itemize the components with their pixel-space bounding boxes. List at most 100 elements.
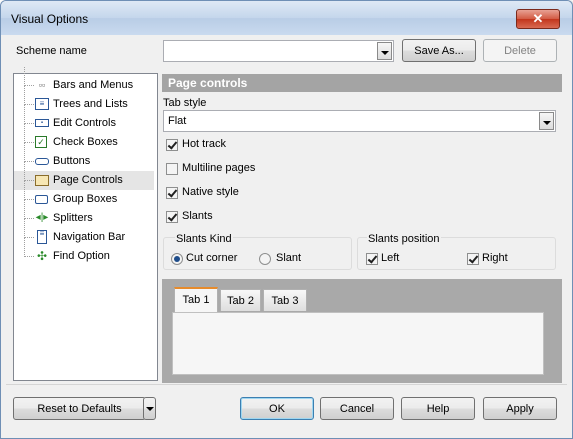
cancel-label: Cancel [339,403,375,415]
tree-item-find-option[interactable]: ✣ Find Option [14,238,154,266]
slants-label: Slants [182,210,213,222]
tree-line [24,105,34,124]
navigation-bar-icon: ≡ [37,230,47,244]
native-style-label: Native style [182,186,239,198]
tree-item-page-controls[interactable]: Page Controls [14,162,154,190]
tree-item-splitters[interactable]: ◂|▸ Splitters [14,200,154,228]
window-title: Visual Options [11,12,89,26]
slants-left-checkbox[interactable] [366,253,378,265]
tree-line [24,143,34,162]
slants-position-label: Slants position [367,233,441,245]
tree-item-label: Page Controls [53,174,123,186]
preview-tab-label: Tab 3 [271,295,299,307]
ok-label: OK [269,403,285,415]
tree-item-label: Edit Controls [53,117,116,129]
preview-tab-2[interactable]: Tab 2 [220,289,261,311]
tree-item-label: Find Option [53,250,110,262]
reset-label: Reset to Defaults [37,403,122,415]
preview-tab-label: Tab 2 [227,295,254,307]
tree-item-trees-and-lists[interactable]: ≡ Trees and Lists [14,86,154,114]
reset-to-defaults-button[interactable]: Reset to Defaults [13,397,146,420]
tree-item-bars-and-menus[interactable]: ▫▫ Bars and Menus [14,67,154,95]
delete-label: Delete [504,45,536,57]
tab-style-dropdown-button[interactable] [539,112,554,130]
tree-item-buttons[interactable]: Buttons [14,143,154,171]
close-button[interactable]: ✕ [516,9,560,29]
cut-corner-radio[interactable] [171,253,183,265]
help-button[interactable]: Help [401,397,475,420]
tree-line [24,86,34,105]
tree-item-label: Trees and Lists [53,98,128,110]
tree-line [24,219,34,238]
preview-tab-1[interactable]: Tab 1 [174,287,218,312]
multiline-pages-label: Multiline pages [182,162,256,174]
reset-dropdown-button[interactable] [143,397,156,420]
cancel-button[interactable]: Cancel [320,397,394,420]
save-as-label: Save As... [414,45,464,57]
slants-kind-label: Slants Kind [175,233,233,245]
help-label: Help [426,403,450,415]
footer-separator [6,384,567,385]
preview-tab-3[interactable]: Tab 3 [263,289,307,311]
tree-item-group-boxes[interactable]: Group Boxes [14,181,154,209]
group-boxes-icon [35,195,48,204]
dialog-client: Scheme name Save As... Delete ▫▫ Bars an… [6,35,567,433]
preview-tab-page [172,312,544,375]
tree-item-label: Splitters [53,212,93,224]
tab-preview-area: Tab 1 Tab 2 Tab 3 [162,279,562,383]
slant-label: Slant [276,252,302,264]
splitters-icon: ◂|▸ [35,212,49,223]
cut-corner-label: Cut corner [186,252,238,264]
tab-style-label: Tab style [163,97,207,109]
apply-button[interactable]: Apply [483,397,557,420]
tree-line [24,181,34,200]
slants-position-group: Slants position Left Right [357,233,556,270]
tree-line [24,124,34,143]
scheme-name-combo[interactable] [163,40,394,62]
chevron-down-icon [146,407,154,411]
delete-button[interactable]: Delete [483,39,557,62]
trees-lists-icon: ≡ [35,98,49,110]
slants-kind-group: Slants Kind Cut corner Slant [163,233,352,270]
scheme-dropdown-button[interactable] [377,42,392,60]
page-controls-header-title: Page controls [168,76,248,90]
multiline-pages-checkbox[interactable] [166,163,178,175]
tree-line [24,200,34,219]
slants-checkbox[interactable] [166,211,178,223]
tab-style-value: Flat [168,115,187,127]
tree-line [24,238,34,257]
page-controls-header: Page controls [162,74,562,92]
slant-radio[interactable] [259,253,271,265]
tree-line [24,162,34,181]
tree-item-label: Check Boxes [53,136,118,148]
slants-right-checkbox[interactable] [467,253,479,265]
find-option-icon: ✣ [36,249,48,263]
tree-item-check-boxes[interactable]: ✓ Check Boxes [14,124,154,152]
options-tree[interactable]: ▫▫ Bars and Menus ≡ Trees and Lists ▪ Ed… [13,67,158,381]
tab-style-combo[interactable]: Flat [163,110,556,132]
page-controls-icon [35,175,49,186]
tree-item-label: Group Boxes [53,193,118,205]
hot-track-label: Hot track [182,138,227,150]
tree-item-label: Navigation Bar [53,231,126,243]
save-as-button[interactable]: Save As... [402,39,476,62]
check-boxes-icon: ✓ [35,136,47,148]
tree-line [24,67,34,86]
bars-menus-icon: ▫▫ [38,80,46,90]
tree-item-navigation-bar[interactable]: ≡ Navigation Bar [14,219,154,247]
slants-left-label: Left [381,252,400,264]
buttons-icon [35,158,49,165]
preview-tab-label: Tab 1 [182,294,210,306]
visual-options-window: Visual Options ✕ Scheme name Save As... … [0,0,573,439]
slants-right-label: Right [482,252,508,264]
scheme-name-label: Scheme name [16,45,87,57]
edit-controls-icon: ▪ [35,119,49,127]
tree-item-edit-controls[interactable]: ▪ Edit Controls [14,105,154,133]
title-bar[interactable]: Visual Options ✕ [1,1,572,35]
ok-button[interactable]: OK [240,397,314,420]
apply-label: Apply [506,403,534,415]
hot-track-checkbox[interactable] [166,139,178,151]
tree-item-label: Buttons [53,155,91,167]
tree-item-label: Bars and Menus [53,79,134,91]
native-style-checkbox[interactable] [166,187,178,199]
